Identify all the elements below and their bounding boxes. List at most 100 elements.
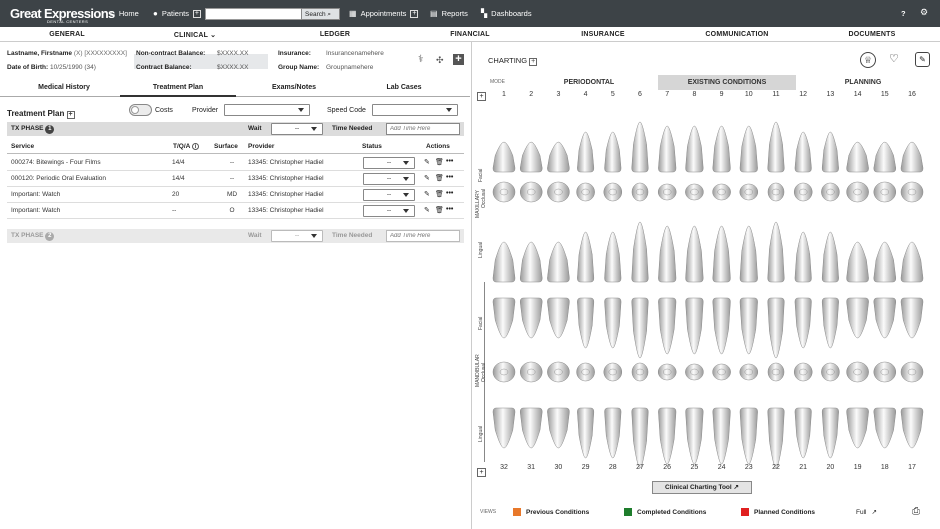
nav-communication[interactable]: COMMUNICATION bbox=[677, 31, 797, 38]
settings-icon[interactable]: ⚙ bbox=[920, 7, 928, 18]
tooth-occlusal[interactable] bbox=[900, 181, 924, 203]
plus-icon[interactable]: + bbox=[192, 9, 201, 18]
tooth[interactable] bbox=[767, 221, 785, 283]
clinical-charting-tool-button[interactable]: Clinical Charting Tool ↗ bbox=[652, 481, 752, 494]
tooth-occlusal[interactable] bbox=[900, 361, 924, 383]
tooth-number[interactable]: 25 bbox=[684, 464, 704, 471]
delete-icon[interactable]: 🗑 bbox=[435, 158, 444, 166]
tooth[interactable] bbox=[794, 131, 812, 173]
tooth-occlusal[interactable] bbox=[547, 361, 570, 383]
tooth-occlusal[interactable] bbox=[519, 361, 543, 383]
tooth[interactable] bbox=[631, 407, 649, 469]
tooth[interactable] bbox=[739, 297, 758, 355]
more-icon[interactable]: ••• bbox=[446, 158, 453, 165]
patients-link[interactable]: ● Patients + bbox=[153, 9, 201, 18]
tooth-occlusal[interactable] bbox=[576, 362, 595, 382]
tooth[interactable] bbox=[658, 225, 677, 283]
tooth[interactable] bbox=[846, 141, 869, 173]
tooth[interactable] bbox=[547, 297, 570, 339]
home-link[interactable]: ⌂ Home bbox=[110, 9, 139, 18]
tooth[interactable] bbox=[658, 407, 677, 465]
medical-alert-icon[interactable]: ✣ bbox=[436, 55, 444, 66]
wait-select[interactable]: -- bbox=[271, 230, 323, 242]
dashboards-link[interactable]: ▚ Dashboards bbox=[481, 9, 532, 18]
edit-icon[interactable]: ✎ bbox=[424, 174, 430, 182]
tooth-occlusal[interactable] bbox=[793, 182, 813, 202]
help-icon[interactable]: ? bbox=[901, 9, 906, 18]
tooth[interactable] bbox=[577, 407, 595, 459]
tooth[interactable] bbox=[492, 241, 516, 283]
reports-link[interactable]: ▤ Reports bbox=[430, 9, 468, 18]
tooth[interactable] bbox=[685, 225, 704, 283]
status-select[interactable]: -- bbox=[363, 157, 415, 169]
time-needed-input[interactable] bbox=[386, 230, 460, 242]
tooth[interactable] bbox=[821, 231, 839, 283]
tooth-number[interactable]: 1 bbox=[494, 91, 514, 98]
edit-icon[interactable]: ✎ bbox=[424, 190, 430, 198]
tooth-occlusal[interactable] bbox=[846, 181, 869, 203]
tooth-occlusal[interactable] bbox=[631, 182, 649, 202]
tooth-occlusal[interactable] bbox=[739, 363, 759, 381]
tooth[interactable] bbox=[519, 407, 543, 449]
tooth[interactable] bbox=[577, 131, 595, 173]
tooth-occlusal[interactable] bbox=[712, 183, 731, 201]
tooth-number[interactable]: 8 bbox=[684, 91, 704, 98]
tooth-occlusal[interactable] bbox=[685, 363, 704, 381]
tooth-occlusal[interactable] bbox=[657, 363, 677, 381]
tooth[interactable] bbox=[492, 407, 516, 449]
tooth-occlusal[interactable] bbox=[712, 363, 731, 381]
tooth[interactable] bbox=[846, 297, 869, 339]
more-icon[interactable]: ••• bbox=[446, 190, 453, 197]
tooth[interactable] bbox=[821, 407, 839, 459]
search-button[interactable]: Search ⌕ bbox=[301, 8, 340, 20]
tooth[interactable] bbox=[685, 297, 704, 355]
tab-medical-history[interactable]: Medical History bbox=[6, 84, 122, 91]
tooth[interactable] bbox=[631, 221, 649, 283]
edit-icon[interactable]: ✎ bbox=[424, 206, 430, 214]
legend-completed[interactable]: Completed Conditions bbox=[624, 508, 706, 516]
tooth[interactable] bbox=[873, 407, 897, 449]
add-plan-icon[interactable]: + bbox=[66, 111, 75, 119]
tooth-occlusal[interactable] bbox=[657, 183, 677, 201]
tooth-occlusal[interactable] bbox=[631, 362, 649, 382]
legend-planned[interactable]: Planned Conditions bbox=[741, 508, 815, 516]
tooth[interactable] bbox=[767, 121, 785, 173]
tooth-number[interactable]: 6 bbox=[630, 91, 650, 98]
delete-icon[interactable]: 🗑 bbox=[435, 190, 444, 198]
tooth[interactable] bbox=[712, 225, 731, 283]
tooth-number[interactable]: 9 bbox=[712, 91, 732, 98]
tooth[interactable] bbox=[685, 125, 704, 173]
tooth-occlusal[interactable] bbox=[821, 182, 840, 202]
tooth[interactable] bbox=[519, 297, 543, 339]
tooth[interactable] bbox=[712, 125, 731, 173]
legend-previous[interactable]: Previous Conditions bbox=[513, 508, 589, 516]
tooth[interactable] bbox=[846, 407, 869, 449]
tooth-number[interactable]: 4 bbox=[576, 91, 596, 98]
tooth[interactable] bbox=[547, 407, 570, 449]
delete-icon[interactable]: 🗑 bbox=[435, 206, 444, 214]
tooth-number[interactable]: 18 bbox=[875, 464, 895, 471]
tooth-number[interactable]: 10 bbox=[739, 91, 759, 98]
tooth-number[interactable]: 28 bbox=[603, 464, 623, 471]
tooth[interactable] bbox=[519, 141, 543, 173]
tooth-occlusal[interactable] bbox=[547, 181, 570, 203]
tooth[interactable] bbox=[846, 241, 869, 283]
tooth-occlusal[interactable] bbox=[576, 182, 595, 202]
tooth-occlusal[interactable] bbox=[873, 361, 897, 383]
tooth-number[interactable]: 13 bbox=[820, 91, 840, 98]
delete-icon[interactable]: 🗑 bbox=[435, 174, 444, 182]
wait-select[interactable]: -- bbox=[271, 123, 323, 135]
tooth-occlusal[interactable] bbox=[492, 361, 516, 383]
edit-icon[interactable]: ✎ bbox=[424, 158, 430, 166]
tooth-occlusal[interactable] bbox=[767, 362, 785, 382]
tooth[interactable] bbox=[873, 297, 897, 339]
tooth-occlusal[interactable] bbox=[846, 361, 869, 383]
tooth-number[interactable]: 17 bbox=[902, 464, 922, 471]
tooth[interactable] bbox=[519, 241, 543, 283]
nav-documents[interactable]: DOCUMENTS bbox=[812, 31, 932, 38]
tooth-occlusal[interactable] bbox=[821, 362, 840, 382]
costs-toggle[interactable] bbox=[129, 104, 152, 116]
tooth[interactable] bbox=[658, 297, 677, 355]
tooth[interactable] bbox=[604, 231, 622, 283]
tab-exams-notes[interactable]: Exams/Notes bbox=[236, 84, 352, 91]
